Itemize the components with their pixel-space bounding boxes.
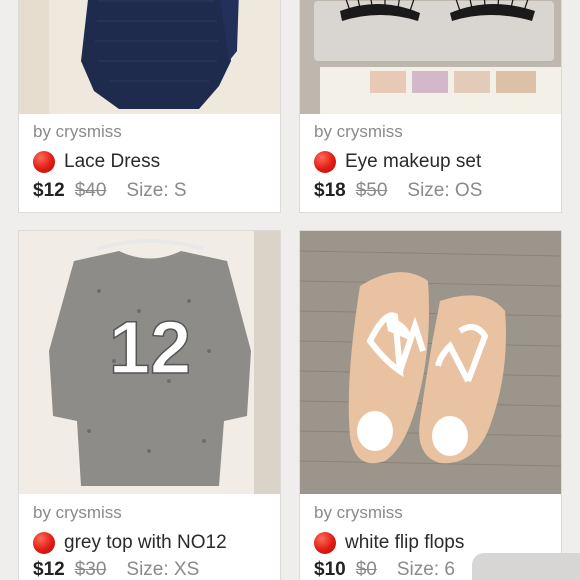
listing-original-price: $40 <box>74 180 107 201</box>
listing-price-row: $18 $50 Size: OS <box>314 180 482 202</box>
listing-title-row[interactable]: Lace Dress <box>33 151 160 173</box>
listing-size: Size: XS <box>126 559 200 580</box>
listing-title[interactable]: Lace Dress <box>64 151 160 173</box>
listing-card-eye-makeup[interactable]: by crysmiss Eye makeup set $18 $50 Size:… <box>299 0 562 213</box>
listing-photo-eye-makeup[interactable] <box>300 0 561 114</box>
listing-seller[interactable]: by crysmiss <box>314 122 403 142</box>
listing-title[interactable]: Eye makeup set <box>345 151 481 173</box>
listing-card-lace-dress[interactable]: by crysmiss Lace Dress $12 $40 Size: S <box>18 0 281 213</box>
listing-photo-grey-top[interactable]: 12 <box>19 231 280 494</box>
listing-seller[interactable]: by crysmiss <box>314 503 403 523</box>
not-for-sale-badge-icon <box>33 532 55 554</box>
listing-price-row: $12 $40 Size: S <box>33 180 187 202</box>
listing-size: Size: S <box>126 180 187 201</box>
listing-price: $18 <box>314 180 346 201</box>
listing-photo-flip-flops[interactable] <box>300 231 561 494</box>
shirt-print-number: 12 <box>109 306 191 389</box>
listing-title-row[interactable]: Eye makeup set <box>314 151 481 173</box>
listing-title-row[interactable]: grey top with NO12 <box>33 532 227 554</box>
listing-price-row: $12 $30 Size: XS <box>33 559 199 580</box>
listing-seller[interactable]: by crysmiss <box>33 503 122 523</box>
listing-card-grey-top[interactable]: 12 by crysmiss grey top with NO12 $12 $3… <box>18 230 281 580</box>
listing-price: $10 <box>314 559 346 580</box>
listing-price-row: $10 $0 Size: 6 <box>314 559 455 580</box>
listing-original-price: $0 <box>355 559 377 580</box>
floating-action-widget[interactable] <box>472 553 580 580</box>
listing-title[interactable]: white flip flops <box>345 532 464 554</box>
listing-size: Size: 6 <box>396 559 455 580</box>
listing-grid: by crysmiss Lace Dress $12 $40 Size: S b… <box>0 0 580 580</box>
listing-price: $12 <box>33 180 65 201</box>
listing-photo-lace-dress[interactable] <box>19 0 280 114</box>
listing-price: $12 <box>33 559 65 580</box>
not-for-sale-badge-icon <box>314 151 336 173</box>
listing-seller[interactable]: by crysmiss <box>33 122 122 142</box>
listing-title[interactable]: grey top with NO12 <box>64 532 227 554</box>
not-for-sale-badge-icon <box>33 151 55 173</box>
listing-original-price: $30 <box>74 559 107 580</box>
listing-card-white-flip-flops[interactable]: by crysmiss white flip flops $10 $0 Size… <box>299 230 562 580</box>
not-for-sale-badge-icon <box>314 532 336 554</box>
listing-size: Size: OS <box>407 180 483 201</box>
listing-original-price: $50 <box>355 180 388 201</box>
listing-title-row[interactable]: white flip flops <box>314 532 464 554</box>
